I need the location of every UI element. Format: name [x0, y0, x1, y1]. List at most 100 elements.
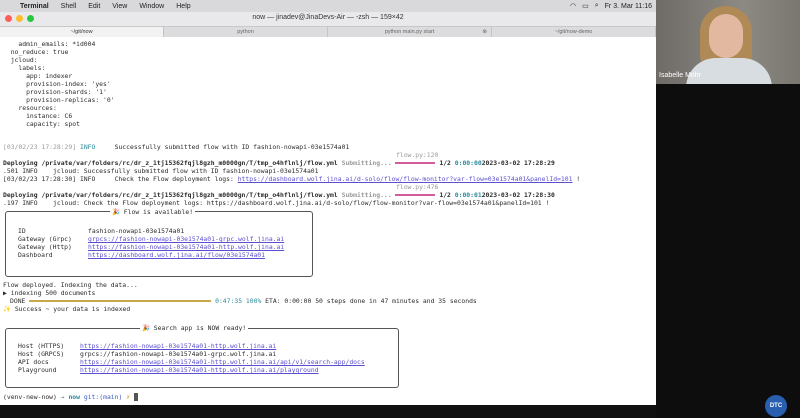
search-box-title: 🎉 Search app is NOW ready! — [140, 324, 249, 332]
deploy-path: Deploying /private/var/folders/rc/dr_z_1… — [3, 159, 338, 167]
shell-prompt[interactable]: (venv-new-now) → now git:(main) ✗ _ — [3, 393, 138, 401]
menubar-clock[interactable]: Fr 3. Mar 11:16 — [605, 3, 652, 10]
deploy-progress-line: Deploying /private/var/folders/rc/dr_z_1… — [3, 159, 555, 167]
menu-app-terminal[interactable]: Terminal — [14, 3, 55, 10]
terminal-output[interactable]: admin_emails: *id004 no_reduce: true jcl… — [0, 37, 656, 405]
deploy-time: 0:00:01 — [454, 191, 482, 199]
close-tab-icon[interactable]: ⊗ — [482, 27, 487, 37]
deploy-time: 0:00:00 — [454, 159, 482, 167]
flow-row-label: Gateway (Grpc) — [18, 235, 72, 243]
prompt-venv: (venv-new-now) — [3, 393, 57, 401]
menu-help[interactable]: Help — [170, 3, 196, 10]
search-row-label: Host (GRPCS) — [18, 350, 65, 358]
success-message: ✨ Success ~ your data is indexed — [3, 305, 130, 313]
prompt-git: git:(main) — [83, 393, 123, 401]
done-label: DONE — [10, 297, 26, 305]
wifi-icon[interactable]: ◠ — [570, 2, 576, 10]
participant-video: Isabelle Mohr — [656, 0, 800, 84]
done-progress-line: DONE 0:47:35 100% ETA: 0:00:00 50 steps … — [10, 297, 477, 305]
search-row-label: API docs — [18, 358, 49, 366]
menu-view[interactable]: View — [106, 3, 133, 10]
yaml-line: app: indexer — [3, 72, 73, 80]
yaml-line: labels: — [3, 64, 46, 72]
macos-menubar: Terminal Shell Edit View Window Help ◠ ▭… — [0, 0, 656, 12]
done-progress-bar — [29, 300, 212, 302]
flow-box-title: 🎉 Flow is available! — [110, 208, 196, 216]
source-ref: flow.py:476 — [396, 183, 439, 191]
flow-row-label: Gateway (Http) — [18, 243, 72, 251]
deploy-progress-line: Deploying /private/var/folders/rc/dr_z_1… — [3, 191, 555, 199]
dashboard-link[interactable]: https://dashboard.wolf.jina.ai/flow/03e1… — [88, 251, 265, 259]
tab-python-main[interactable]: python main.py start ⊗ — [328, 27, 492, 37]
star-icon: ✨ — [3, 305, 11, 313]
flow-row-value: fashion-nowapi-03e1574a01 — [88, 227, 185, 235]
terminal-tabbar: ~/git/now python python main.py start ⊗ ~… — [0, 27, 656, 37]
yaml-line: jcloud: — [3, 56, 38, 64]
source-ref: flow.py:120 — [396, 151, 439, 159]
indexing-message: ▶ indexing 500 documents — [3, 289, 96, 297]
search-row-label: Host (HTTPS) — [18, 342, 65, 350]
tab-label: python main.py start — [384, 29, 435, 35]
log-level: INFO — [79, 143, 96, 151]
flow-row-label: ID — [18, 227, 26, 235]
deploy-count: 1/2 — [439, 191, 451, 199]
deploy-status: Submitting... — [341, 159, 392, 167]
search-row-label: Playground — [18, 366, 57, 374]
done-summary: 50 steps done in 47 minutes and 35 secon… — [315, 297, 477, 305]
participant-face — [709, 14, 743, 58]
tab-label: python — [237, 29, 254, 35]
log-text: ! — [572, 175, 581, 183]
log-info-logs: [03/02/23 17:28:30] INFO Check the Flow … — [3, 175, 580, 183]
host-https-link[interactable]: https://fashion-nowapi-03e1574a01-http.w… — [80, 342, 276, 350]
done-percent: 100% — [245, 297, 262, 305]
yaml-line: instance: C6 — [3, 112, 73, 120]
menu-shell[interactable]: Shell — [55, 3, 83, 10]
log-text: [03/02/23 17:28:30] INFO Check the Flow … — [3, 175, 238, 183]
prompt-dir: now — [68, 393, 80, 401]
menu-window[interactable]: Window — [133, 3, 170, 10]
log-line: .197 INFO jcloud: Check the Flow deploym… — [3, 199, 550, 207]
yaml-line: provision-replicas: '0' — [3, 96, 115, 104]
dtc-logo: DTC — [765, 395, 787, 417]
yaml-line: admin_emails: *id004 — [3, 40, 96, 48]
menu-edit[interactable]: Edit — [82, 3, 106, 10]
deploy-path: Deploying /private/var/folders/rc/dr_z_1… — [3, 191, 338, 199]
battery-icon[interactable]: ▭ — [582, 2, 589, 10]
menubar-status-area: ◠ ▭ ⌕ Fr 3. Mar 11:16 — [570, 2, 656, 10]
log-line: .501 INFO jcloud: Successfully submitted… — [3, 167, 319, 175]
tab-python[interactable]: python — [164, 27, 328, 37]
done-eta: ETA: 0:00:00 — [265, 297, 312, 305]
terminal-titlebar: now — jinadev@JinaDevs-Air — -zsh — 159×… — [0, 12, 656, 27]
playground-link[interactable]: https://fashion-nowapi-03e1574a01-http.w… — [80, 366, 319, 374]
success-text: Success ~ your data is indexed — [14, 305, 131, 313]
yaml-line: resources: — [3, 104, 57, 112]
host-grpcs-value: grpcs://fashion-nowapi-03e1574a01-grpc.w… — [80, 350, 277, 358]
grpc-gateway-link[interactable]: grpcs://fashion-nowapi-03e1574a01-grpc.w… — [88, 235, 284, 243]
tab-label: ~/git/now — [70, 29, 93, 35]
yaml-line: provision-index: 'yes' — [3, 80, 111, 88]
flow-row-label: Dashboard — [18, 251, 53, 259]
bottom-bar — [0, 405, 656, 418]
log-timestamp: [03/02/23 17:28:29] — [3, 143, 77, 151]
deploy-count: 1/2 — [439, 159, 451, 167]
cursor: _ — [133, 393, 138, 401]
yaml-line: no_reduce: true — [3, 48, 69, 56]
deployed-message: Flow deployed. Indexing the data... — [3, 281, 138, 289]
done-elapsed: 0:47:35 — [215, 297, 243, 305]
api-docs-link[interactable]: https://fashion-nowapi-03e1574a01-http.w… — [80, 358, 365, 366]
deploy-status: Submitting... — [341, 191, 392, 199]
participant-name: Isabelle Mohr — [659, 72, 702, 79]
search-icon[interactable]: ⌕ — [595, 2, 599, 10]
deploy-progress-bar — [395, 162, 436, 164]
deploy-stamp: 2023-03-02 17:28:30 — [481, 191, 555, 199]
tab-git-now[interactable]: ~/git/now — [0, 27, 164, 37]
yaml-line: provision-shards: '1' — [3, 88, 107, 96]
deploy-stamp: 2023-03-02 17:28:29 — [481, 159, 555, 167]
dashboard-link[interactable]: https://dashboard.wolf.jina.ai/d-solo/fl… — [238, 175, 573, 183]
tab-label: ~/git/now-demo — [554, 29, 593, 35]
http-gateway-link[interactable]: https://fashion-nowapi-03e1574a01-http.w… — [88, 243, 284, 251]
window-title: now — jinadev@JinaDevs-Air — -zsh — 159×… — [252, 14, 404, 21]
prompt-arrow: → — [60, 393, 65, 401]
prompt-dirty: ✗ — [126, 393, 131, 401]
tab-now-demo[interactable]: ~/git/now-demo — [492, 27, 656, 37]
